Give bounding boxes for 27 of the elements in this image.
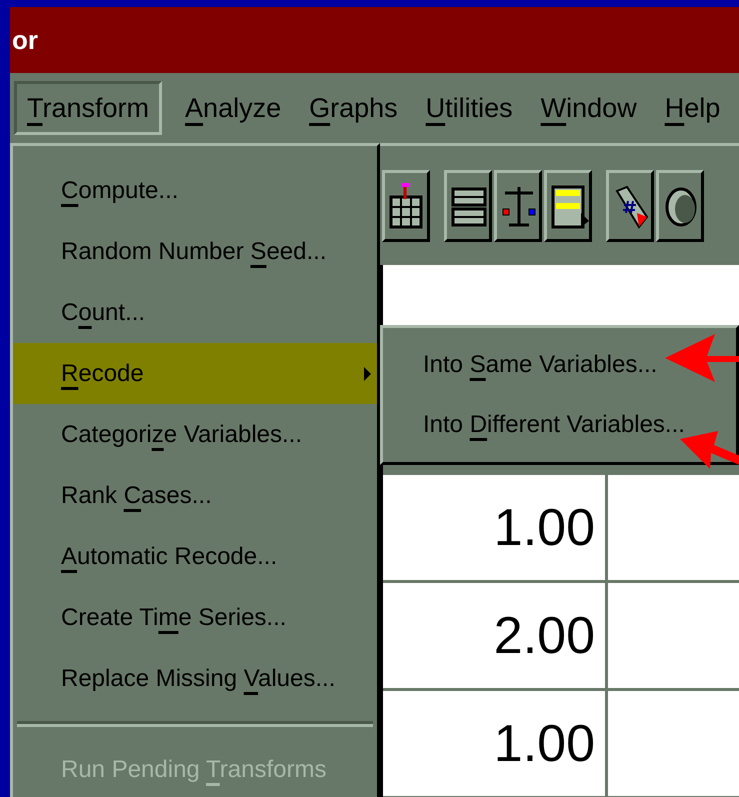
table-cell: 2.00 xyxy=(383,583,608,688)
window-title: or xyxy=(12,24,38,56)
menu-item[interactable]: Random Number Seed... xyxy=(13,221,377,282)
menu-item[interactable]: Transform xyxy=(14,80,162,136)
menu-item[interactable]: Categorize Variables... xyxy=(13,404,377,465)
toolbar-button[interactable] xyxy=(494,170,542,242)
toolbar-button[interactable] xyxy=(444,170,492,242)
menu-item[interactable]: Help xyxy=(660,80,726,136)
toolbar-button[interactable] xyxy=(382,170,430,242)
table-cell: 1.00 xyxy=(383,475,608,580)
menu-item[interactable]: Rank Cases... xyxy=(13,465,377,526)
menu-item[interactable]: Utilities xyxy=(420,80,518,136)
menu-item[interactable]: Automatic Recode... xyxy=(13,526,377,587)
submenu-item[interactable]: Into Different Variables... xyxy=(383,399,736,451)
menu-item[interactable]: Replace Missing Values... xyxy=(13,648,377,709)
menu-item[interactable]: Count... xyxy=(13,282,377,343)
toolbar-button[interactable] xyxy=(656,170,704,242)
menu-item[interactable]: Graphs xyxy=(304,80,403,136)
table-cell: 1.00 xyxy=(383,691,608,796)
menu-item[interactable]: Compute... xyxy=(13,160,377,221)
menu-item[interactable]: Recode xyxy=(13,343,377,404)
toolbar-button[interactable] xyxy=(606,170,654,242)
menu-item[interactable]: Window xyxy=(536,80,642,136)
submenu-item[interactable]: Into Same Variables... xyxy=(383,339,736,391)
menu-item[interactable]: Analyze xyxy=(180,80,286,136)
menu-item[interactable]: Create Time Series... xyxy=(13,587,377,648)
toolbar-button[interactable] xyxy=(544,170,592,242)
